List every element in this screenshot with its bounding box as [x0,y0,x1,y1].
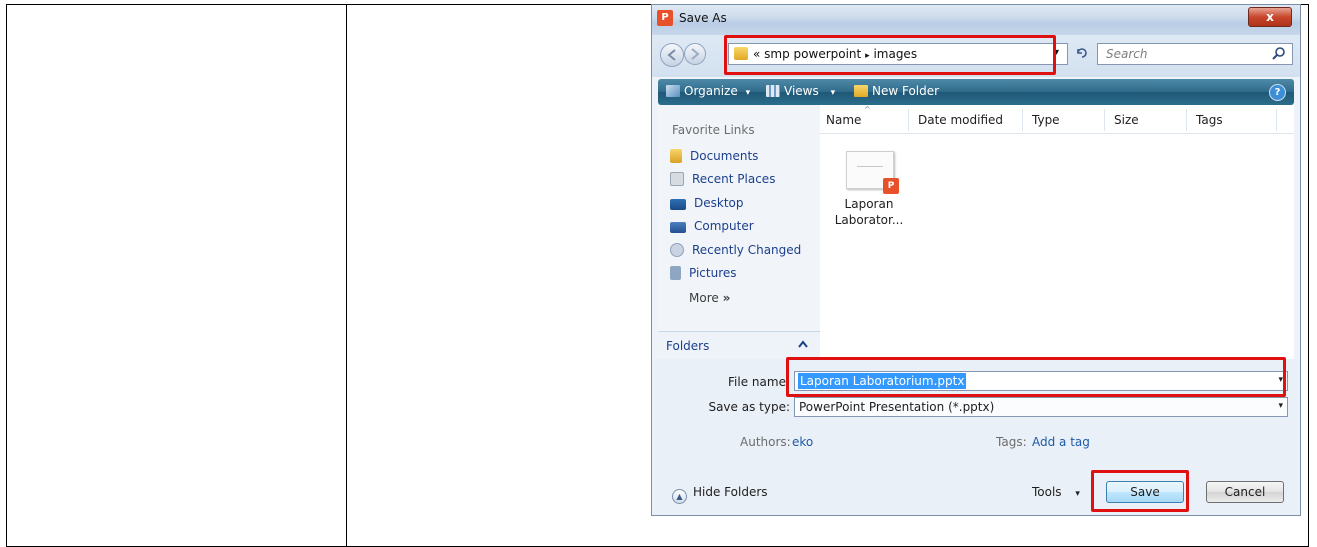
refresh-icon[interactable] [1075,46,1089,64]
column-header-name[interactable]: Name [826,113,861,127]
forward-button[interactable] [684,43,706,65]
column-header-type[interactable]: Type [1032,113,1060,127]
sort-ascending-icon: ^ [864,105,871,114]
search-icon[interactable] [1272,46,1286,64]
hide-folders-label: Hide Folders [693,485,768,499]
column-header-size[interactable]: Size [1114,113,1139,127]
more-links-button[interactable]: More » [689,291,730,305]
save-type-select[interactable]: PowerPoint Presentation (*.pptx) ▾ [794,397,1288,417]
chevron-up-circle-icon: ▲ [672,489,687,504]
favorite-link-recently-changed[interactable]: Recently Changed [670,243,801,261]
title-bar: P Save As x [652,5,1300,35]
favorite-link-desktop[interactable]: Desktop [670,196,744,214]
file-list: ^ Name Date modified Type Size Tags P La… [820,105,1294,359]
authors-value[interactable]: eko [792,435,813,449]
add-tag-link[interactable]: Add a tag [1032,435,1090,449]
tags-label: Tags: [996,435,1027,449]
hide-folders-button[interactable]: ▲ Hide Folders [672,485,768,504]
help-icon[interactable]: ? [1269,84,1286,101]
column-divider [1104,109,1105,131]
refresh-glyph [1077,48,1087,58]
search-input[interactable]: Search [1097,43,1293,65]
favorite-links-heading: Favorite Links [672,123,755,137]
save-as-dialog: P Save As x « smp powerpoint ▸ images ▾ … [651,4,1301,516]
desktop-icon [670,199,686,210]
column-divider [1186,109,1187,131]
new-folder-button[interactable]: New Folder [854,84,939,98]
tools-label: Tools [1032,485,1062,499]
column-divider [908,109,909,131]
views-menu[interactable]: Views ▾ [766,84,835,98]
chevron-up-icon [798,338,808,351]
dialog-title: Save As [679,11,727,25]
powerpoint-badge-icon: P [883,178,899,194]
favorite-link-label: Desktop [694,196,744,210]
organize-label: Organize [684,84,738,98]
organize-icon [666,85,680,97]
save-type-dropdown-icon[interactable]: ▾ [1278,401,1283,411]
recently-changed-icon [670,243,684,257]
navigation-pane: Favorite Links Documents Recent Places D… [658,105,821,360]
table-column-divider [346,5,347,546]
new-folder-label: New Folder [872,84,940,98]
save-type-label: Save as type: [708,400,790,414]
double-chevron-icon: » [722,291,731,305]
favorite-link-label: Recently Changed [692,243,802,257]
folders-toggle[interactable]: Folders [658,331,820,360]
header-divider [820,133,1294,134]
documents-folder-icon [670,149,682,163]
views-icon [766,85,780,97]
organize-menu[interactable]: Organize ▾ [666,84,750,98]
column-divider [1276,109,1277,131]
close-button[interactable]: x [1248,7,1292,27]
file-name-line-1: Laporan [844,197,894,211]
favorite-link-computer[interactable]: Computer [670,219,754,237]
favorite-link-label: Computer [694,219,754,233]
tools-menu[interactable]: Tools ▾ [1032,485,1080,499]
favorite-link-label: Pictures [689,266,737,280]
new-folder-icon [854,85,868,97]
powerpoint-app-icon: P [657,10,673,26]
tools-dropdown-icon: ▾ [1075,489,1080,499]
authors-label: Authors: [740,435,791,449]
more-label: More [689,291,719,305]
back-arrow-icon [667,49,676,61]
presentation-thumbnail-icon: P [846,151,899,194]
favorite-link-label: Recent Places [692,172,776,186]
save-button-highlight-box [1091,470,1189,512]
column-divider [1022,109,1023,131]
file-name-highlight-box [786,357,1286,397]
favorite-link-label: Documents [690,149,759,163]
recent-places-icon [670,172,684,186]
pictures-icon [670,266,681,280]
file-name-line-2: Laborator... [834,213,904,227]
favorite-link-documents[interactable]: Documents [670,149,758,167]
column-header-tags[interactable]: Tags [1196,113,1223,127]
organize-dropdown-icon: ▾ [745,88,751,98]
file-name-label: File name: [728,375,790,389]
address-highlight-box [724,35,1056,75]
views-dropdown-icon: ▾ [830,88,836,98]
cancel-button[interactable]: Cancel [1206,481,1284,503]
column-header-date-modified[interactable]: Date modified [918,113,1003,127]
views-label: Views [784,84,819,98]
search-placeholder: Search [1106,47,1148,61]
forward-arrow-icon [691,48,700,60]
computer-icon [670,222,686,233]
back-button[interactable] [660,43,684,67]
favorite-link-pictures[interactable]: Pictures [670,266,737,284]
thumbnail-line [857,166,883,167]
folders-label: Folders [666,339,710,353]
favorite-link-recent-places[interactable]: Recent Places [670,172,775,190]
command-toolbar: Organize ▾ Views ▾ New Folder ? [658,79,1294,105]
save-type-value: PowerPoint Presentation (*.pptx) [799,400,995,414]
